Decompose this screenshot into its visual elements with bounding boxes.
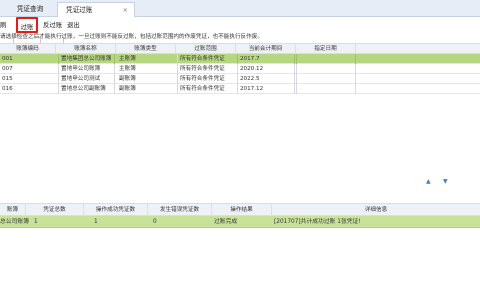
specified-date[interactable] — [296, 64, 356, 74]
ledger-code: 015 — [2, 76, 13, 82]
result-status: 过账完成 — [214, 219, 238, 225]
result-book: 总公司账簿 — [0, 219, 29, 225]
tab-voucher-posting[interactable]: 凭证过账 × — [57, 2, 135, 17]
col-ledger-code[interactable]: 账簿编码 — [0, 44, 56, 54]
col-current-period[interactable]: 当前会计期间 — [236, 44, 296, 54]
specified-date[interactable] — [296, 54, 356, 64]
ledger-table-header: 账簿编码 账簿名称 账簿类型 过账范围 当前会计期间 指定日期 — [0, 43, 480, 54]
col-total-vouchers[interactable]: 凭证总数 — [26, 204, 84, 216]
col-error-vouchers[interactable]: 发生错误凭证数 — [148, 204, 212, 216]
ledger-code: 001 — [2, 56, 13, 62]
exit-button[interactable]: 退出 — [67, 19, 80, 31]
result-table: 账簿 凭证总数 操作成功凭证数 发生错误凭证数 操作结果 详细信息 总公司账簿 … — [0, 203, 480, 228]
result-success: 1 — [94, 219, 98, 225]
move-arrows: ▲ ▼ — [426, 178, 466, 186]
current-period: 2022.5 — [237, 74, 295, 84]
table-row[interactable]: 001 置地集团总公司账簿 主账簿 所有符合条件凭证 2017.7 — [0, 54, 480, 64]
close-icon[interactable]: × — [123, 3, 128, 17]
toolbar: 刷 过账 反过账 退出 — [0, 17, 480, 47]
ledger-type: 主账簿 — [119, 56, 136, 62]
ledger-type: 副账簿 — [119, 86, 136, 92]
ledger-table: 账簿编码 账簿名称 账簿类型 过账范围 当前会计期间 指定日期 001 置地集团… — [0, 43, 480, 94]
col-details[interactable]: 详细信息 — [272, 204, 480, 216]
specified-date[interactable] — [296, 74, 356, 84]
col-operation-result[interactable]: 操作结果 — [212, 204, 272, 216]
posting-scope: 所有符合条件凭证 — [177, 84, 235, 94]
posting-scope: 所有符合条件凭证 — [177, 64, 235, 74]
ledger-type: 副账簿 — [119, 76, 136, 82]
col-ledger-type[interactable]: 账簿类型 — [116, 44, 176, 54]
table-row[interactable]: 016 置地总公司副账簿 副账簿 所有符合条件凭证 2017.12 — [0, 84, 480, 94]
arrow-down-icon[interactable]: ▼ — [443, 178, 448, 185]
arrow-up-icon[interactable]: ▲ — [426, 178, 431, 185]
ledger-name: 置地甲公司账簿 — [58, 64, 115, 74]
posting-scope: 所有符合条件凭证 — [177, 54, 235, 64]
tab-bar: 凭证查询 凭证过账 × — [0, 0, 480, 17]
col-ledger-name[interactable]: 账簿名称 — [56, 44, 116, 54]
ledger-code: 007 — [2, 66, 13, 72]
table-row[interactable]: 007 置地甲公司账簿 主账簿 所有符合条件凭证 2020.12 — [0, 64, 480, 74]
result-errors: 0 — [153, 219, 157, 225]
current-period: 2017.12 — [237, 84, 295, 94]
refresh-button[interactable]: 刷 — [0, 19, 6, 31]
ledger-code: 016 — [2, 86, 13, 92]
specified-date[interactable] — [296, 84, 356, 94]
current-period: 2020.12 — [237, 64, 295, 74]
result-table-header: 账簿 凭证总数 操作成功凭证数 发生错误凭证数 操作结果 详细信息 — [0, 203, 480, 216]
col-posting-scope[interactable]: 过账范围 — [176, 44, 236, 54]
ledger-name: 置地集团总公司账簿 — [58, 54, 115, 64]
col-book[interactable]: 账簿 — [0, 204, 26, 216]
result-total: 1 — [34, 219, 38, 225]
table-row[interactable]: 总公司账簿 1 1 0 过账完成 [201707]共计成功过账 1张凭证! — [0, 216, 480, 228]
ledger-name: 置地甲公司测试 — [58, 74, 115, 84]
ledger-type: 主账簿 — [119, 66, 136, 72]
col-success-vouchers[interactable]: 操作成功凭证数 — [84, 204, 148, 216]
posting-scope: 所有符合条件凭证 — [177, 74, 235, 84]
tab-voucher-posting-label: 凭证过账 — [66, 6, 93, 14]
posting-hint: 请选择检查之后才能执行过账，一旦过账则不能反过账，包括过账范围内的作废凭证，也不… — [0, 34, 263, 40]
col-specified-date[interactable]: 指定日期 — [296, 44, 356, 54]
current-period: 2017.7 — [237, 54, 295, 64]
table-row[interactable]: 015 置地甲公司测试 副账簿 所有符合条件凭证 2022.5 — [0, 74, 480, 84]
unpost-button[interactable]: 反过账 — [43, 19, 62, 31]
post-button[interactable]: 过账 — [16, 17, 38, 33]
ledger-name: 置地总公司副账簿 — [58, 84, 115, 94]
tab-voucher-query[interactable]: 凭证查询 — [6, 2, 54, 17]
result-detail: [201707]共计成功过账 1张凭证! — [274, 219, 361, 225]
